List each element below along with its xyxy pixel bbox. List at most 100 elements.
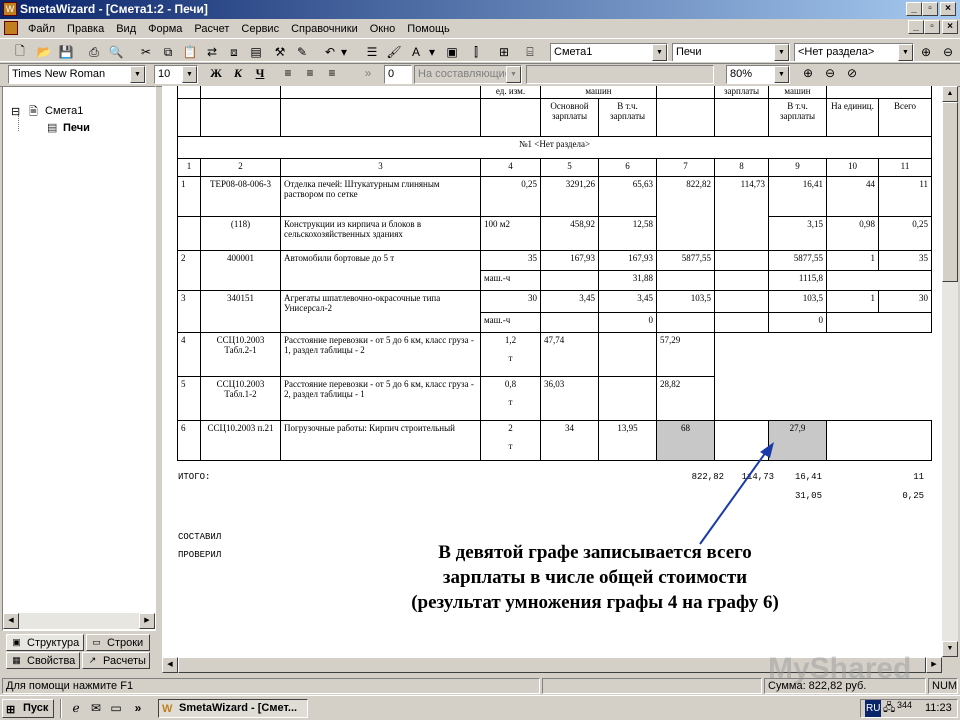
chevron-down-icon[interactable]: ▼ bbox=[130, 66, 145, 83]
properties-icon: ▦ bbox=[12, 655, 21, 665]
font-select[interactable]: Times New Roman ▼ bbox=[8, 65, 146, 84]
tree-root[interactable]: Смета1 bbox=[45, 105, 83, 117]
component-select[interactable]: На составляющие ▼ bbox=[414, 65, 522, 84]
chart-icon[interactable]: ⫿ bbox=[466, 43, 486, 61]
section-select[interactable]: Печи ▼ bbox=[672, 43, 790, 62]
size-select[interactable]: 10 ▼ bbox=[154, 65, 198, 84]
print-icon[interactable]: ⎙ bbox=[84, 43, 104, 61]
menu-view[interactable]: Вид bbox=[110, 23, 142, 35]
chevron-down-icon[interactable]: ▼ bbox=[652, 44, 667, 61]
zoom-out-icon[interactable]: ⊖ bbox=[820, 64, 840, 82]
part-add-icon[interactable]: ⊕ bbox=[916, 43, 936, 61]
align-left-icon[interactable]: ≡ bbox=[278, 64, 298, 82]
zoom-in-icon[interactable]: ⊕ bbox=[798, 64, 818, 82]
collapse-icon[interactable]: » bbox=[358, 64, 378, 82]
minimize-button[interactable]: _ bbox=[906, 2, 922, 16]
doc-minimize-button[interactable]: _ bbox=[908, 20, 924, 34]
copy-icon[interactable]: ⧉ bbox=[158, 43, 178, 61]
doc-close-button[interactable]: × bbox=[942, 20, 958, 34]
chevron-down-icon[interactable]: ▼ bbox=[898, 44, 913, 61]
tree-item-stoves[interactable]: Печи bbox=[63, 122, 90, 134]
undo-dropdown-icon[interactable]: ▾ bbox=[338, 43, 350, 61]
scroll-right-icon[interactable]: ▶ bbox=[926, 657, 942, 673]
scroll-thumb[interactable] bbox=[942, 102, 958, 282]
save-icon[interactable]: 💾 bbox=[56, 43, 76, 61]
close-button[interactable]: × bbox=[940, 2, 956, 16]
list-icon[interactable]: ☰ bbox=[362, 43, 382, 61]
zoom-fit-icon[interactable]: ⊘ bbox=[842, 64, 862, 82]
chevron-right-icon[interactable]: » bbox=[128, 699, 148, 717]
value-field[interactable]: 0 bbox=[384, 65, 412, 84]
scroll-down-icon[interactable]: ▼ bbox=[942, 641, 958, 657]
status-num: NUM bbox=[928, 678, 958, 694]
estimate-select[interactable]: Смета1 ▼ bbox=[550, 43, 668, 62]
text-dropdown-icon[interactable]: ▾ bbox=[426, 43, 438, 61]
outlook-icon[interactable]: ✉ bbox=[86, 699, 106, 717]
tab-rows[interactable]: ▭ Строки bbox=[86, 634, 150, 651]
text-icon[interactable]: A bbox=[406, 43, 426, 61]
tab-calculations[interactable]: ↗ Расчеты bbox=[82, 652, 150, 669]
network-icon[interactable]: 🖧 bbox=[883, 700, 895, 717]
paste-icon[interactable]: 📋 bbox=[180, 43, 200, 61]
undo-icon[interactable]: ↶ bbox=[320, 43, 340, 61]
scroll-up-icon[interactable]: ▲ bbox=[942, 86, 958, 102]
menu-reference[interactable]: Справочники bbox=[285, 23, 364, 35]
app-icon[interactable]: W bbox=[3, 2, 17, 16]
brush-icon[interactable]: 🖌 bbox=[384, 43, 404, 61]
chevron-down-icon[interactable]: ▼ bbox=[774, 66, 789, 83]
zoom-select[interactable]: 80% ▼ bbox=[726, 65, 790, 84]
scroll-left-icon[interactable]: ◀ bbox=[3, 613, 19, 629]
system-tray: RU 🖧 344 11:23 bbox=[860, 699, 958, 718]
paste-row-icon[interactable]: ▤ bbox=[246, 43, 266, 61]
doc-restore-button[interactable]: ▫ bbox=[924, 20, 940, 34]
chevron-down-icon[interactable]: ▼ bbox=[774, 44, 789, 61]
start-button[interactable]: ⊞ Пуск bbox=[2, 699, 54, 718]
underline-button[interactable]: Ч bbox=[250, 64, 270, 82]
language-indicator[interactable]: RU bbox=[865, 700, 882, 717]
chevron-down-icon[interactable]: ▼ bbox=[182, 66, 197, 83]
part-delete-icon[interactable]: ⊖ bbox=[938, 43, 958, 61]
desktop-icon[interactable]: ▭ bbox=[106, 699, 126, 717]
menu-calc[interactable]: Расчет bbox=[188, 23, 235, 35]
part-select[interactable]: <Нет раздела> ▼ bbox=[794, 43, 914, 62]
panel-hscroll[interactable]: ◀ ▶ bbox=[3, 613, 155, 629]
scroll-right-icon[interactable]: ▶ bbox=[139, 613, 155, 629]
menu-window[interactable]: Окно bbox=[364, 23, 402, 35]
menu-file[interactable]: Файл bbox=[22, 23, 61, 35]
scroll-left-icon[interactable]: ◀ bbox=[162, 657, 178, 673]
align-right-icon[interactable]: ≡ bbox=[322, 64, 342, 82]
cut-icon[interactable]: ✂ bbox=[136, 43, 156, 61]
wand-icon[interactable]: ✎ bbox=[292, 43, 312, 61]
copy-row-icon[interactable]: ⧈ bbox=[224, 43, 244, 61]
doc-icon[interactable] bbox=[4, 21, 18, 35]
open-icon[interactable]: 📂 bbox=[34, 43, 54, 61]
calc-tab-icon: ↗ bbox=[88, 655, 97, 665]
menu-form[interactable]: Форма bbox=[142, 23, 188, 35]
chevron-down-icon[interactable]: ▼ bbox=[506, 66, 521, 83]
structure-panel: ⊟ 🗎 Смета1 ▤ Печи ◀ ▶ bbox=[2, 86, 156, 631]
maximize-button[interactable]: ▫ bbox=[922, 2, 938, 16]
italic-button[interactable]: К bbox=[228, 64, 248, 82]
align-center-icon[interactable]: ≡ bbox=[300, 64, 320, 82]
calc-icon[interactable]: ⌸ bbox=[520, 43, 540, 61]
new-icon[interactable]: 🗋 bbox=[10, 43, 30, 61]
tab-structure[interactable]: ▣ Структура bbox=[6, 634, 84, 651]
menu-edit[interactable]: Правка bbox=[61, 23, 110, 35]
disabled-field[interactable] bbox=[526, 65, 714, 84]
tray-counter[interactable]: 344 bbox=[897, 697, 912, 714]
preview-icon[interactable]: 🔍 bbox=[106, 43, 126, 61]
tab-properties[interactable]: ▦ Свойства bbox=[6, 652, 80, 669]
document-vscroll[interactable]: ▲ ▼ bbox=[942, 86, 958, 657]
clock[interactable]: 11:23 bbox=[925, 700, 952, 717]
ie-icon[interactable]: ℯ bbox=[66, 699, 86, 717]
taskbar-separator bbox=[60, 699, 62, 718]
insert-icon[interactable]: ⇄ bbox=[202, 43, 222, 61]
task-smetawizard[interactable]: W SmetaWizard - [Смет... bbox=[158, 699, 308, 718]
menu-service[interactable]: Сервис bbox=[235, 23, 285, 35]
menu-help[interactable]: Помощь bbox=[401, 23, 456, 35]
bold-button[interactable]: Ж bbox=[206, 64, 226, 82]
properties-icon[interactable]: ⊞ bbox=[494, 43, 514, 61]
tool-icon[interactable]: ⚒ bbox=[270, 43, 290, 61]
menu-bar: Файл Правка Вид Форма Расчет Сервис Спра… bbox=[0, 19, 960, 38]
window-icon[interactable]: ▣ bbox=[442, 43, 462, 61]
